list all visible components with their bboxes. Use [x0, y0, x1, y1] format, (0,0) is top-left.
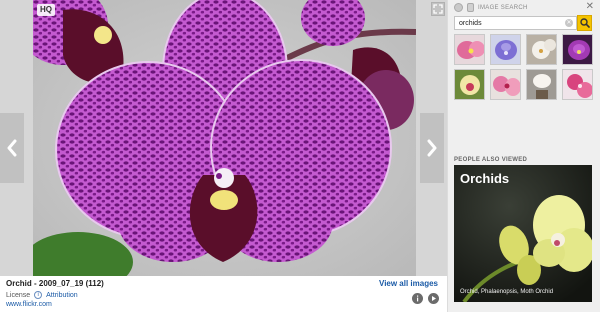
image-title: Orchid - 2009_07_19 (112) [6, 279, 104, 288]
thumb-yellow-orchid[interactable] [454, 69, 485, 100]
search-input[interactable]: orchids ✕ [454, 16, 577, 30]
thumb-white-pot-orchid-image [527, 70, 556, 99]
license-info-icon[interactable]: i [34, 291, 43, 299]
play-icon [432, 296, 436, 301]
info-icon [417, 295, 419, 302]
related-search-title: Orchids [460, 171, 510, 186]
thumb-white-orchid-image [527, 35, 556, 64]
search-icon [579, 18, 590, 28]
expand-icon [433, 4, 443, 14]
expand-button[interactable] [431, 2, 445, 16]
thumb-white-pot-orchid[interactable] [526, 69, 557, 100]
info-button[interactable] [412, 293, 423, 304]
close-icon: ✕ [585, 1, 594, 12]
source-link[interactable]: www.flickr.com [6, 301, 52, 308]
search-button[interactable] [577, 15, 592, 31]
thumb-purple-orchid-image [563, 35, 592, 64]
thumb-blue-orchid[interactable] [490, 34, 521, 65]
next-image-button[interactable] [420, 113, 444, 183]
people-also-viewed-label: PEOPLE ALSO VIEWED [454, 157, 528, 163]
thumb-blue-orchid-image [491, 35, 520, 64]
previous-image-button[interactable] [0, 113, 24, 183]
attribution-link[interactable]: Attribution [46, 292, 78, 299]
main-photo[interactable] [33, 0, 416, 276]
thumb-pink-spotted-orchid-image [491, 70, 520, 99]
image-search-label: IMAGE SEARCH [478, 4, 528, 11]
chevron-right-icon [427, 139, 437, 157]
logo-icon [454, 3, 463, 12]
thumbnail-grid [454, 34, 595, 100]
thumb-pink-spotted-orchid[interactable] [490, 69, 521, 100]
panel-header: IMAGE SEARCH [454, 3, 528, 12]
license-label: License [6, 291, 31, 299]
image-search-panel: IMAGE SEARCH ✕ orchids ✕ PEOPLE ALSO VIE… [447, 0, 600, 312]
thumb-white-orchid[interactable] [526, 34, 557, 65]
image-viewer: HQ [0, 0, 447, 276]
view-all-images-link[interactable]: View all images [379, 279, 438, 288]
clear-icon[interactable]: ✕ [565, 19, 573, 27]
thumb-purple-orchid[interactable] [562, 34, 593, 65]
thumb-pink-orchid[interactable] [454, 34, 485, 65]
related-search-caption: Orchid, Phalaenopsis, Moth Orchid [460, 289, 554, 295]
thumb-yellow-orchid-image [455, 70, 484, 99]
orchid-image [33, 0, 416, 276]
thumb-magenta-orchid[interactable] [562, 69, 593, 100]
slideshow-play-button[interactable] [428, 293, 439, 304]
chevron-left-icon [7, 139, 17, 157]
thumb-magenta-orchid-image [563, 70, 592, 99]
license-row: License i Attribution [6, 291, 78, 299]
image-caption-bar: Orchid - 2009_07_19 (112) View all image… [0, 276, 447, 312]
hq-badge: HQ [37, 4, 55, 16]
thumb-pink-orchid-image [455, 35, 484, 64]
search-input-value: orchids [459, 20, 482, 27]
logo-mark-icon [467, 3, 474, 12]
close-panel-button[interactable]: ✕ [586, 2, 594, 12]
related-search-card[interactable]: Orchids Orchid, Phalaenopsis, Moth Orchi… [454, 165, 592, 302]
